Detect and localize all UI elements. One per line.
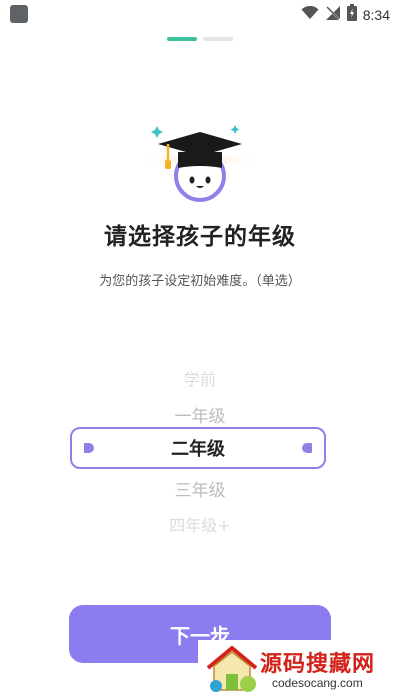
wifi-icon	[301, 5, 319, 24]
page-dot	[203, 37, 233, 41]
grade-option[interactable]: 四年级+	[0, 512, 400, 536]
watermark-url: codesocang.com	[272, 676, 363, 690]
page-subtitle: 为您的孩子设定初始难度。（单选）	[99, 274, 301, 289]
selection-marker-left	[84, 443, 94, 453]
grade-option[interactable]: 三年级	[0, 476, 400, 501]
selected-grade-label: 二年级	[171, 439, 225, 460]
grade-option[interactable]: 一年级	[0, 402, 400, 427]
grade-option[interactable]: 学前	[0, 366, 400, 390]
selection-marker-right	[302, 443, 312, 453]
watermark: 源码搜藏网 codesocang.com	[198, 640, 400, 700]
status-time: 8:34	[362, 6, 390, 23]
status-bar: 8:34	[0, 0, 400, 28]
battery-icon	[346, 4, 357, 25]
watermark-title: 源码搜藏网	[260, 652, 376, 677]
page-title: 请选择孩子的年级	[104, 224, 296, 250]
grade-option-selected[interactable]: 二年级	[70, 427, 326, 469]
status-icons: 8:34	[301, 4, 390, 25]
graduation-mascot-icon	[140, 120, 260, 210]
app-notification-icon	[10, 5, 28, 23]
page-indicator	[0, 37, 400, 41]
house-logo-icon	[204, 644, 260, 700]
no-signal-icon	[325, 5, 341, 25]
page-dot-active	[167, 37, 197, 41]
